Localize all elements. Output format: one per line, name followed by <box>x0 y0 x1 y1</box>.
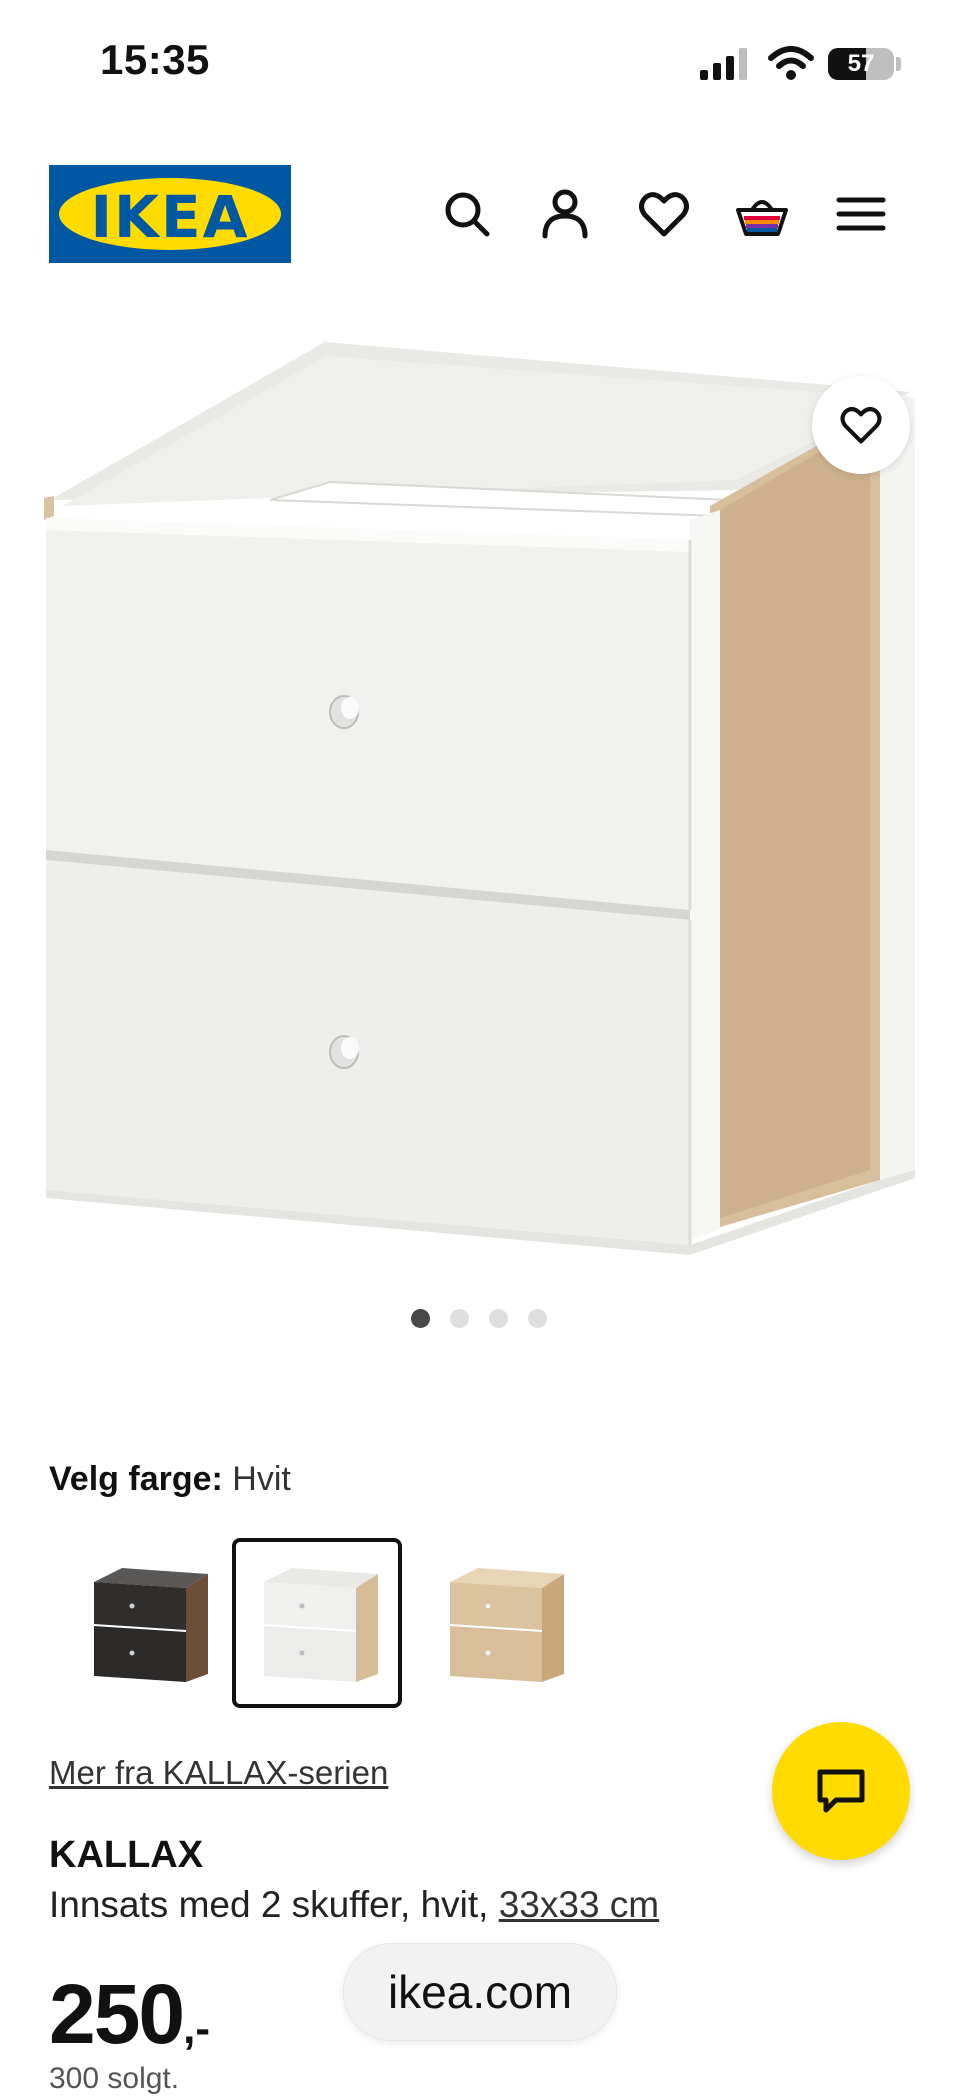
battery-indicator: 57 <box>828 48 894 80</box>
shopping-basket-icon[interactable] <box>734 186 790 242</box>
search-icon[interactable] <box>439 186 495 242</box>
product-size-link[interactable]: 33x33 cm <box>499 1884 659 1925</box>
chat-button[interactable] <box>772 1722 910 1860</box>
add-to-favorites-button[interactable] <box>812 376 910 474</box>
heart-icon <box>840 407 882 444</box>
logo-text: IKEA <box>90 183 250 251</box>
series-link[interactable]: Mer fra KALLAX-serien <box>49 1754 388 1792</box>
product-price: 250,- <box>49 1966 210 2063</box>
url-text: ikea.com <box>387 1966 573 2018</box>
product-image[interactable] <box>30 330 920 1280</box>
chat-bubble-icon <box>817 1769 865 1813</box>
price-integer: 250 <box>49 1967 185 2061</box>
price-decimal: ,- <box>183 2004 211 2053</box>
carousel-dot-1[interactable] <box>411 1309 430 1328</box>
carousel-dot-3[interactable] <box>489 1309 508 1328</box>
carousel-dot-2[interactable] <box>450 1309 469 1328</box>
user-icon[interactable] <box>537 186 593 242</box>
color-label-text: Velg farge: <box>49 1460 223 1498</box>
heart-icon[interactable] <box>636 186 692 242</box>
battery-level: 57 <box>847 50 875 77</box>
menu-icon[interactable] <box>833 186 889 242</box>
browser-url-bar[interactable]: ikea.com <box>343 1943 617 2041</box>
battery-cap <box>896 57 901 71</box>
color-swatch-black-brown[interactable] <box>62 1538 232 1708</box>
selected-color-value: Hvit <box>232 1460 291 1498</box>
product-description: Innsats med 2 skuffer, hvit, 33x33 cm <box>49 1884 659 1926</box>
ikea-logo[interactable]: IKEA <box>49 165 291 263</box>
color-swatch-white[interactable] <box>232 1538 402 1708</box>
color-selector-label: Velg farge: Hvit <box>49 1460 291 1499</box>
color-swatch-white-stained-oak[interactable] <box>418 1538 588 1708</box>
product-description-text: Innsats med 2 skuffer, hvit, <box>49 1884 499 1925</box>
carousel-dot-4[interactable] <box>528 1309 547 1328</box>
sold-count-text: 300 solgt. <box>49 2062 180 2095</box>
status-time: 15:35 <box>100 36 210 83</box>
signal-icon <box>700 48 747 80</box>
wifi-icon <box>768 46 814 80</box>
product-name: KALLAX <box>49 1834 204 1876</box>
